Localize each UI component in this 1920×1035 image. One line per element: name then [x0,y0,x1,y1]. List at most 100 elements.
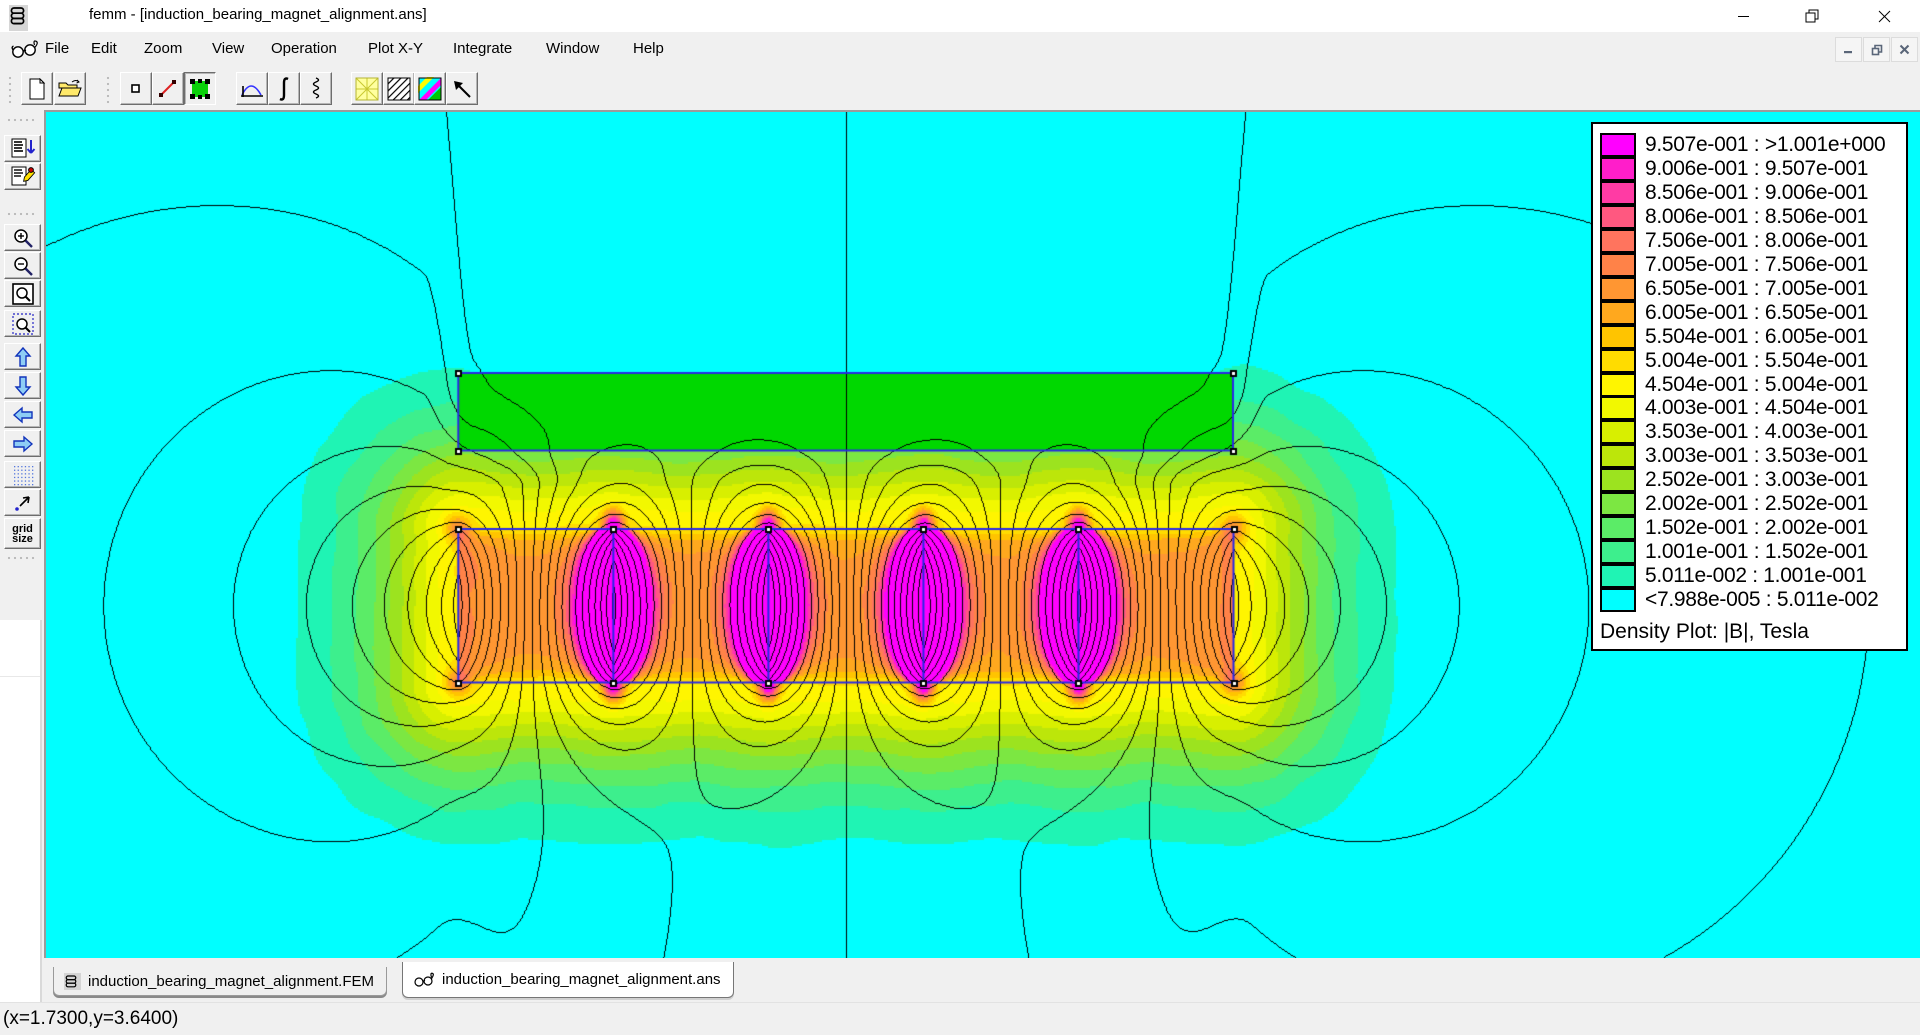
legend-swatch [1600,444,1636,469]
mdi-minimize-button[interactable] [1835,37,1862,62]
close-icon [1878,10,1891,23]
menu-help[interactable]: Help [623,37,674,61]
pan-left-icon [12,405,34,425]
close-button[interactable] [1861,0,1907,32]
edit-results-button[interactable] [4,163,41,190]
legend-swatch [1600,180,1636,205]
zoom-out-button[interactable] [4,252,41,279]
menu-view[interactable]: View [202,37,254,61]
side-toolbar: grid size [0,112,44,620]
snap-grid-button[interactable] [4,489,41,516]
document-tab-bar: induction_bearing_magnet_alignment.FEM in… [46,958,1920,1002]
legend-range-label: 7.005e-001 : 7.506e-001 [1645,252,1869,276]
zoom-in-button[interactable] [4,224,41,251]
menu-window[interactable]: Window [536,37,609,61]
legend-range-label: 7.506e-001 : 8.006e-001 [1645,228,1869,252]
arrow-plot-icon [451,78,473,100]
legend-range-label: 6.505e-001 : 7.005e-001 [1645,276,1869,300]
tab-model[interactable]: induction_bearing_magnet_alignment.FEM [53,967,388,996]
legend-range-label: 9.507e-001 : >1.001e+000 [1645,133,1886,156]
legend-swatch [1600,300,1636,325]
status-bar: (x=1.7300,y=3.6400) [0,1002,1920,1035]
pan-up-button[interactable] [4,343,41,370]
legend-range-label: 2.502e-001 : 3.003e-001 [1645,468,1869,492]
toolbar-grip[interactable] [8,75,12,105]
menu-file[interactable]: File [35,37,79,61]
legend-range-label: 3.003e-001 : 3.503e-001 [1645,444,1869,468]
minimize-icon [1737,10,1750,23]
mdi-close-button[interactable] [1891,37,1918,62]
point-tool-button[interactable] [120,72,152,105]
legend-range-label: 2.002e-001 : 2.502e-001 [1645,492,1869,516]
grid-size-label: grid size [12,522,33,545]
zoom-out-icon [12,255,34,277]
sidebar-empty-panel [0,620,42,1002]
legend-swatch [1600,540,1636,565]
contour-plot-button[interactable] [383,72,415,105]
pan-left-button[interactable] [4,401,41,428]
restore-icon [1805,9,1819,23]
side-toolbar-grip[interactable] [6,118,36,122]
title-bar: femm - [induction_bearing_magnet_alignme… [0,0,1920,32]
legend-swatch [1600,204,1636,229]
legend-swatch [1600,588,1636,613]
group-select-button[interactable] [184,72,216,105]
menu-integrate[interactable]: Integrate [443,37,522,61]
group-select-icon [189,78,211,100]
legend-swatch [1600,492,1636,517]
legend-swatch [1600,276,1636,301]
grid-size-button[interactable]: grid size [4,518,41,549]
point-values-button[interactable] [4,135,41,162]
snap-grid-icon [12,492,34,514]
menu-edit[interactable]: Edit [81,37,127,61]
restore-button[interactable] [1789,0,1835,32]
legend-range-label: 1.001e-001 : 1.502e-001 [1645,540,1869,564]
legend-swatch [1600,516,1636,541]
side-toolbar-grip[interactable] [6,556,36,560]
menu-operation[interactable]: Operation [261,37,347,61]
legend-range-label: <7.988e-005 : 5.011e-002 [1645,588,1879,612]
femm-postprocessor-icon [10,38,40,60]
density-plot-icon [418,76,442,101]
mdi-restore-button[interactable] [1863,37,1890,62]
legend-range-label: 1.502e-001 : 2.002e-001 [1645,516,1869,540]
legend-swatch [1600,468,1636,493]
legend-range-label: 9.006e-001 : 9.507e-001 [1645,156,1869,180]
new-document-icon [27,77,47,100]
plot-arc-button[interactable] [236,72,268,105]
femm-results-icon [413,972,435,988]
legend-range-label: 8.506e-001 : 9.006e-001 [1645,180,1869,204]
show-grid-button[interactable] [4,461,41,488]
new-document-button[interactable] [21,72,53,105]
zoom-page-button[interactable] [4,280,41,307]
tab-results[interactable]: induction_bearing_magnet_alignment.ans [402,962,734,998]
legend-swatch [1600,324,1636,349]
legend-title: Density Plot: |B|, Tesla [1600,620,1809,643]
legend-range-label: 4.003e-001 : 4.504e-001 [1645,396,1869,420]
line-tool-button[interactable] [152,72,184,105]
coil-property-button[interactable] [300,72,332,105]
menu-plot-x-y[interactable]: Plot X-Y [358,37,433,61]
integral-button[interactable] [268,72,300,105]
mesh-button[interactable] [351,72,383,105]
pan-right-button[interactable] [4,430,41,457]
zoom-window-button[interactable] [4,310,41,337]
menu-zoom[interactable]: Zoom [134,37,192,61]
pan-down-button[interactable] [4,372,41,399]
integral-icon [277,76,291,101]
open-folder-button[interactable] [54,72,86,105]
side-toolbar-grip[interactable] [6,212,36,216]
density-legend: Density Plot: |B|, Tesla 9.507e-001 : >1… [1591,122,1908,651]
point-values-icon [10,138,36,160]
zoom-in-icon [12,227,34,249]
arrow-plot-button[interactable] [446,72,478,105]
femm-model-icon [64,972,81,990]
legend-range-label: 6.005e-001 : 6.505e-001 [1645,300,1869,324]
minimize-button[interactable] [1720,0,1766,32]
legend-range-label: 3.503e-001 : 4.003e-001 [1645,420,1869,444]
density-plot-button[interactable] [414,72,446,105]
mdi-close-icon [1899,44,1910,55]
legend-swatch [1600,348,1636,373]
legend-range-label: 5.011e-002 : 1.001e-001 [1645,564,1867,588]
toolbar-grip[interactable] [106,75,110,105]
